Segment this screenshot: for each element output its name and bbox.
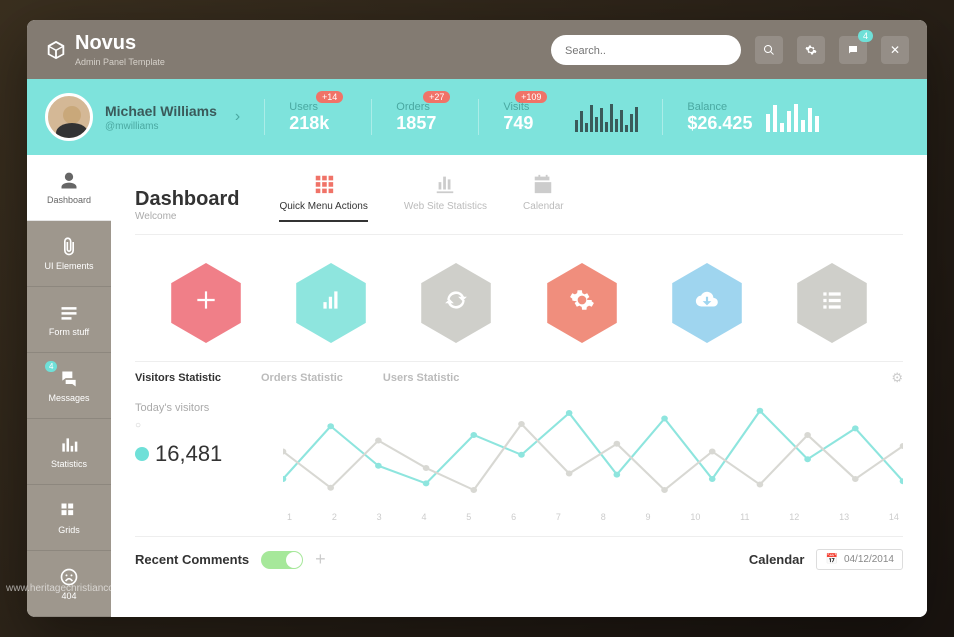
recent-comments-title: Recent Comments <box>135 552 249 567</box>
page-title: Dashboard <box>135 188 239 211</box>
stat-visits: +109 Visits 749 <box>503 101 551 134</box>
grid-icon <box>59 501 79 521</box>
page-header: Dashboard Welcome Quick Menu Actions Web … <box>135 173 903 235</box>
sidebar: DashboardUI ElementsForm stuffMessagesSt… <box>27 155 111 617</box>
grid9-icon <box>313 173 335 195</box>
calendar-icon: 📅 <box>825 554 837 565</box>
page-welcome: Welcome <box>135 211 239 222</box>
sidebar-item-dashboard[interactable]: Dashboard <box>27 155 111 221</box>
sidebar-item-grids[interactable]: Grids <box>27 485 111 551</box>
stat-orders: +27 Orders 1857 <box>396 101 454 134</box>
cube-icon <box>45 39 67 61</box>
watermark: www.heritagechristiancollege.co <box>6 583 148 594</box>
topbar: Novus Admin Panel Template ✕ <box>27 20 927 79</box>
sync-icon <box>443 287 469 319</box>
bottom-sections: Recent Comments + Calendar 📅 04/12/2014 <box>135 536 903 570</box>
search-input[interactable] <box>565 45 727 57</box>
hex-list[interactable] <box>797 263 867 343</box>
close-button[interactable]: ✕ <box>881 36 909 64</box>
date-picker[interactable]: 📅 04/12/2014 <box>816 549 903 570</box>
brand-subtitle: Admin Panel Template <box>75 57 165 67</box>
stat-tab-orders[interactable]: Orders Statistic <box>261 372 343 384</box>
tab-web-site-statistics[interactable]: Web Site Statistics <box>404 173 487 222</box>
barchart-icon <box>434 173 456 195</box>
settings-button[interactable] <box>797 36 825 64</box>
today-label: Today's visitors <box>135 402 265 414</box>
bars-icon <box>59 435 79 455</box>
main: DashboardUI ElementsForm stuffMessagesSt… <box>27 155 927 617</box>
visits-sparkline <box>575 102 638 132</box>
hex-cloud[interactable] <box>672 263 742 343</box>
chat-icon <box>59 369 79 389</box>
hex-sync[interactable] <box>421 263 491 343</box>
clip-icon <box>59 237 79 257</box>
hex-gear[interactable] <box>547 263 617 343</box>
calendar-title: Calendar <box>749 552 805 567</box>
form-icon <box>59 303 79 323</box>
comments-toggle[interactable] <box>261 551 303 569</box>
chat-button[interactable] <box>839 36 867 64</box>
dot-icon <box>135 447 149 461</box>
stat-users: +14 Users 218k <box>289 101 347 134</box>
balance-sparkline <box>766 102 819 132</box>
sidebar-item-form-stuff[interactable]: Form stuff <box>27 287 111 353</box>
tab-calendar[interactable]: Calendar <box>523 173 564 222</box>
cloud-icon <box>694 287 720 319</box>
tabs: Quick Menu Actions Web Site Statistics Cal… <box>279 173 563 222</box>
logo: Novus Admin Panel Template <box>45 32 165 67</box>
stat-tab-visitors[interactable]: Visitors Statistic <box>135 372 221 384</box>
avatar <box>45 93 93 141</box>
stat-tabs: Visitors Statistic Orders Statistic User… <box>135 361 903 394</box>
profile[interactable]: Michael Williams @mwilliams › <box>45 93 240 141</box>
hex-actions <box>135 235 903 361</box>
content: Dashboard Welcome Quick Menu Actions Web … <box>111 155 927 617</box>
chart-area: Today's visitors ○ 16,481 12345678910111… <box>135 394 903 536</box>
sidebar-item-statistics[interactable]: Statistics <box>27 419 111 485</box>
chevron-right-icon: › <box>235 108 240 126</box>
brand-name: Novus <box>75 32 165 55</box>
app-window: Novus Admin Panel Template ✕ Michael Wil… <box>27 20 927 617</box>
user-handle: @mwilliams <box>105 121 217 132</box>
statbar: Michael Williams @mwilliams › +14 Users … <box>27 79 927 155</box>
user-name: Michael Williams <box>105 103 217 119</box>
calendar-icon <box>532 173 554 195</box>
tab-quick-menu-actions[interactable]: Quick Menu Actions <box>279 173 367 222</box>
user-icon <box>59 171 79 191</box>
gear-icon <box>569 287 595 319</box>
gear-icon[interactable]: ⚙ <box>891 370 903 386</box>
hex-bars-up[interactable] <box>296 263 366 343</box>
stat-balance: Balance $26.425 <box>687 101 819 134</box>
sidebar-item-messages[interactable]: Messages <box>27 353 111 419</box>
today-value: 16,481 <box>135 441 265 467</box>
search-button[interactable] <box>755 36 783 64</box>
stat-tab-users[interactable]: Users Statistic <box>383 372 459 384</box>
bars-up-icon <box>318 287 344 319</box>
line-chart: 1234567891011121314 <box>283 402 903 522</box>
list-icon <box>819 287 845 319</box>
search-box[interactable] <box>551 35 741 65</box>
plus-icon <box>193 287 219 319</box>
sidebar-item-ui-elements[interactable]: UI Elements <box>27 221 111 287</box>
hex-plus[interactable] <box>171 263 241 343</box>
add-comment-button[interactable]: + <box>315 549 326 570</box>
